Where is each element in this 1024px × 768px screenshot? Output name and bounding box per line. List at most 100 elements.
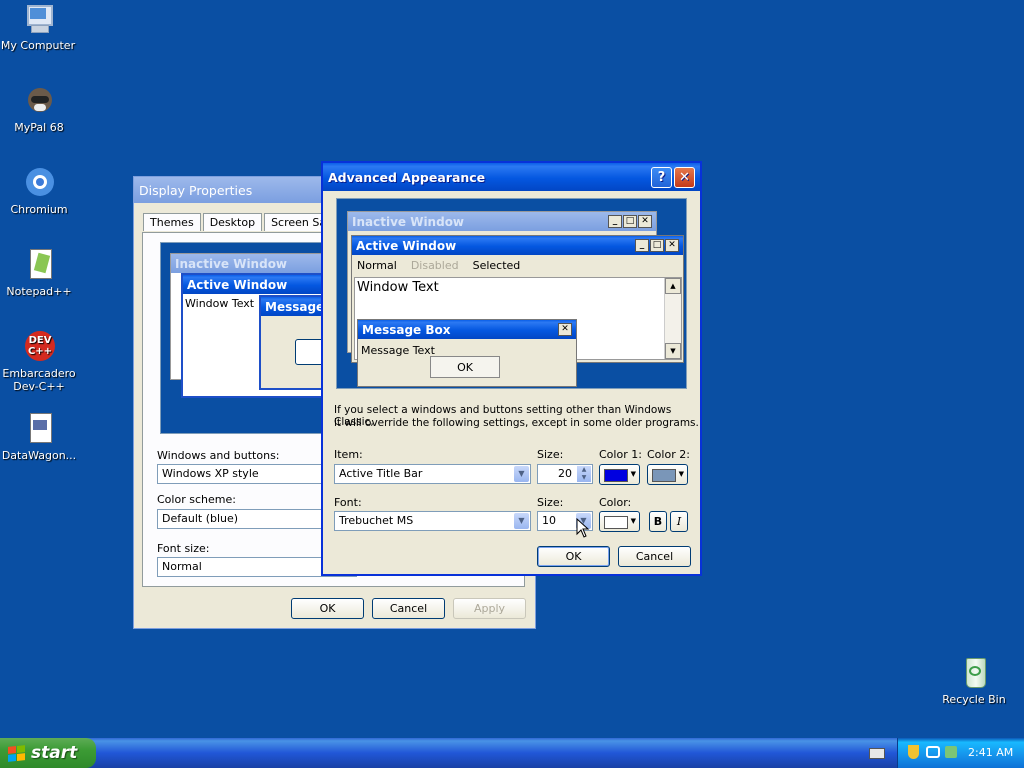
close-icon: ✕ (558, 323, 572, 336)
devcpp-icon: DEV C++ (22, 330, 56, 364)
preview-window-text: Window Text (185, 297, 255, 310)
system-tray: 2:41 AM (897, 738, 1024, 768)
preview-menu-disabled: Disabled (410, 259, 459, 272)
chevron-down-icon: ▼ (630, 517, 636, 525)
preview-ok-button: OK (430, 356, 500, 378)
chevron-down-icon: ▼ (678, 470, 684, 478)
network-icon[interactable] (926, 746, 940, 758)
font-size-label: Font size: (157, 542, 210, 555)
color2-picker[interactable]: ▼ (647, 464, 688, 485)
color1-picker[interactable]: ▼ (599, 464, 640, 485)
tab-themes[interactable]: Themes (143, 213, 201, 231)
close-icon: ✕ (665, 239, 679, 252)
preview-menu-selected: Selected (472, 259, 521, 272)
info-text-line2: it will override the following settings,… (334, 417, 699, 429)
chevron-down-icon[interactable]: ▼ (514, 466, 529, 482)
desktop-icon-my-computer[interactable]: My Computer (0, 2, 76, 52)
spin-arrows-icon[interactable]: ▲ ▼ (577, 466, 591, 482)
preview-message-box: Message Box ✕ Message Text OK (357, 319, 577, 387)
start-label: start (31, 743, 78, 763)
bold-toggle[interactable]: B (649, 511, 667, 532)
keyboard-icon[interactable] (869, 748, 885, 759)
start-button[interactable]: start (0, 738, 96, 768)
chromium-icon (22, 166, 56, 200)
item-select[interactable]: Active Title Bar ▼ (334, 464, 531, 484)
preview-active-title: Active Window (356, 238, 457, 253)
size-label: Size: (537, 448, 564, 461)
preview-message-text: Message Text (361, 344, 435, 357)
font-label: Font: (334, 496, 362, 509)
preview-inactive-title: Inactive Window (352, 214, 465, 229)
color-scheme-label: Color scheme: (157, 493, 236, 506)
help-button[interactable]: ? (651, 166, 672, 188)
desktop-icon-label: Embarcadero Dev-C++ (2, 367, 76, 393)
desktop-icon-datawagon[interactable]: DataWagon... (1, 412, 77, 462)
desktop-icon-label: MyPal 68 (14, 121, 64, 134)
safely-remove-icon[interactable] (945, 746, 957, 758)
raccoon-icon (22, 84, 56, 118)
chevron-down-icon: ▼ (630, 470, 636, 478)
font-color-label: Color: (599, 496, 632, 509)
color1-swatch (604, 469, 628, 482)
preview-window-text: Window Text (357, 280, 439, 295)
desktop-icon-label: DataWagon... (1, 449, 77, 462)
font-size-value: 10 (542, 514, 556, 527)
color2-label: Color 2: (647, 448, 690, 461)
clock[interactable]: 2:41 AM (968, 746, 1013, 759)
appearance-preview: Inactive Window _ □ ✕ Active Window _ □ ✕ No… (336, 198, 687, 389)
recycle-bin-icon (957, 656, 991, 690)
desktop-icon-chromium[interactable]: Chromium (1, 166, 77, 216)
cancel-button[interactable]: Cancel (372, 598, 445, 619)
close-button[interactable]: ✕ (674, 166, 695, 188)
window-title: Advanced Appearance (328, 169, 486, 185)
color2-swatch (652, 469, 676, 482)
security-shield-icon[interactable] (908, 745, 919, 759)
minimize-icon: _ (608, 215, 622, 228)
advanced-appearance-titlebar[interactable]: Advanced Appearance ? ✕ (323, 163, 700, 191)
ok-button[interactable]: OK (291, 598, 364, 619)
windows-logo-icon (8, 744, 25, 762)
preview-inactive-title: Inactive Window (175, 256, 288, 271)
advanced-appearance-window: Advanced Appearance ? ✕ Inactive Window … (321, 161, 702, 576)
desktop-icon-label: My Computer (0, 39, 76, 52)
preview-message-title: Message (265, 299, 325, 314)
minimize-icon: _ (635, 239, 649, 252)
taskbar: start 2:41 AM (0, 738, 1024, 768)
italic-toggle[interactable]: I (670, 511, 688, 532)
preview-active-title: Active Window (187, 277, 288, 292)
datawagon-icon (22, 412, 56, 446)
preview-message-title: Message Box (362, 322, 451, 337)
desktop-icon-label: Notepad++ (6, 285, 72, 298)
font-color-picker[interactable]: ▼ (599, 511, 640, 532)
window-title: Display Properties (139, 182, 253, 198)
tab-desktop[interactable]: Desktop (202, 213, 263, 231)
windows-buttons-label: Windows and buttons: (157, 449, 280, 462)
desktop-icon-devcpp[interactable]: DEV C++ Embarcadero Dev-C++ (1, 330, 77, 393)
close-icon: ✕ (638, 215, 652, 228)
font-select-value: Trebuchet MS (339, 514, 414, 527)
desktop-icon-mypal[interactable]: MyPal 68 (1, 84, 77, 134)
item-size-spinner[interactable]: 20 ▲ ▼ (537, 464, 593, 484)
ok-button[interactable]: OK (537, 546, 610, 567)
preview-menu-normal: Normal (357, 259, 397, 272)
desktop-icon-label: Chromium (10, 203, 68, 216)
apply-button[interactable]: Apply (453, 598, 526, 619)
preview-scrollbar: ▲ ▼ (664, 278, 681, 359)
mouse-cursor-icon (576, 518, 590, 538)
font-size-label: Size: (537, 496, 564, 509)
notepad-plus-plus-icon (22, 248, 56, 282)
cancel-button[interactable]: Cancel (618, 546, 691, 567)
desktop-icon-label: Recycle Bin (942, 693, 1006, 706)
color1-label: Color 1: (599, 448, 642, 461)
item-label: Item: (334, 448, 363, 461)
maximize-icon: □ (650, 239, 664, 252)
desktop-icon-recycle-bin[interactable]: Recycle Bin (936, 656, 1012, 706)
maximize-icon: □ (623, 215, 637, 228)
font-color-swatch (604, 516, 628, 529)
item-select-value: Active Title Bar (339, 467, 423, 480)
font-select[interactable]: Trebuchet MS ▼ (334, 511, 531, 531)
computer-icon (21, 2, 55, 36)
desktop-icon-notepadpp[interactable]: Notepad++ (1, 248, 77, 298)
item-size-value: 20 (558, 467, 572, 480)
chevron-down-icon[interactable]: ▼ (514, 513, 529, 529)
